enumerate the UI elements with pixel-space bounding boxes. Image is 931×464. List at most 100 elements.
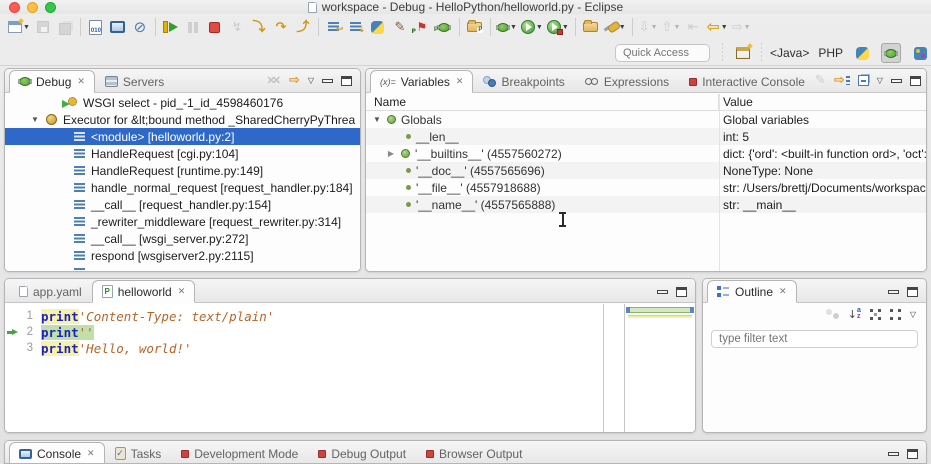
- minimize-view-button[interactable]: [657, 290, 668, 294]
- current-line-marker[interactable]: [628, 307, 692, 313]
- close-icon[interactable]: ✕: [779, 286, 787, 297]
- tab-servers[interactable]: Servers: [95, 70, 174, 93]
- open-resource-button[interactable]: [580, 15, 602, 39]
- python-button[interactable]: [367, 15, 389, 39]
- hide-fields-button[interactable]: [826, 309, 839, 319]
- tab-console[interactable]: Console ✕: [9, 442, 105, 464]
- perspective-debug-button[interactable]: [881, 43, 901, 63]
- overview-ruler[interactable]: [624, 304, 695, 432]
- back-button[interactable]: ⇦▼: [704, 15, 729, 39]
- thread-row[interactable]: ▼ Executor for &lt;bound method _SharedC…: [5, 111, 360, 128]
- minimize-view-button[interactable]: [322, 79, 333, 83]
- tab-debug-output[interactable]: Debug Output: [308, 442, 416, 464]
- open-perspective-button[interactable]: [733, 43, 753, 63]
- maximize-view-button[interactable]: [910, 76, 921, 86]
- view-menu-button[interactable]: ▽: [877, 76, 883, 85]
- stack-frame-row[interactable]: HandleRequest [runtime.py:149]: [5, 162, 360, 179]
- stack-frame-row[interactable]: _rewriter_middleware [request_rewriter.p…: [5, 213, 360, 230]
- expander-closed-icon[interactable]: ▶: [386, 149, 396, 158]
- tab-helloworld[interactable]: P helloworld ✕: [92, 280, 196, 303]
- minimize-view-button[interactable]: [888, 452, 899, 456]
- show-logical-structure-button[interactable]: ⇨: [834, 74, 850, 87]
- collapse-all-button[interactable]: [858, 75, 869, 86]
- resume-button[interactable]: [160, 15, 182, 39]
- drop-to-frame-button[interactable]: ↩: [323, 15, 345, 39]
- set-next-statement-button[interactable]: ⚑P: [411, 15, 433, 39]
- show-type-names-button[interactable]: ✎: [815, 74, 826, 87]
- run-button[interactable]: ▼: [519, 15, 545, 39]
- stack-frame-row[interactable]: respond [wsgiserver2.py:2115]: [5, 247, 360, 264]
- coverage-button[interactable]: ▼: [545, 15, 571, 39]
- perspective-python-button[interactable]: [852, 43, 872, 63]
- maximize-view-button[interactable]: [341, 76, 352, 86]
- minimize-view-button[interactable]: [891, 79, 902, 83]
- step-over-button[interactable]: ↷: [270, 15, 292, 39]
- save-button[interactable]: [32, 15, 54, 39]
- pep8-button[interactable]: ✎: [389, 15, 411, 39]
- close-window-button[interactable]: [9, 2, 20, 13]
- maximize-view-button[interactable]: [907, 449, 918, 459]
- open-console-button[interactable]: [107, 15, 129, 39]
- view-menu-button[interactable]: ▽: [308, 76, 314, 85]
- tab-interactive-console[interactable]: Interactive Console: [679, 70, 815, 93]
- variable-row[interactable]: ▼ Globals Global variables: [366, 111, 926, 128]
- next-annotation-button[interactable]: ⇩▼: [637, 15, 660, 39]
- collapse-all-button[interactable]: [870, 309, 881, 320]
- close-icon[interactable]: ✕: [178, 286, 186, 297]
- save-all-button[interactable]: [54, 15, 76, 39]
- thread-row[interactable]: WSGI select - pid_-1_id_4598460176: [5, 94, 360, 111]
- tab-variables[interactable]: (x)= Variables ✕: [370, 70, 473, 93]
- maximize-view-button[interactable]: [907, 287, 918, 297]
- debug-python-button[interactable]: P: [433, 15, 455, 39]
- quick-access-input[interactable]: [615, 44, 710, 62]
- last-edit-location-button[interactable]: ⇤: [682, 15, 704, 39]
- close-icon[interactable]: ✕: [456, 76, 464, 87]
- stack-frame-row-selected[interactable]: <module> [helloworld.py:2]: [5, 128, 360, 145]
- variable-row[interactable]: '__name__' (4557565888) str: __main__: [366, 196, 926, 213]
- perspective-pydev-button[interactable]: [910, 43, 930, 63]
- expand-all-button[interactable]: [890, 309, 901, 320]
- tab-app-yaml[interactable]: app.yaml: [9, 280, 92, 303]
- tab-tasks[interactable]: ✓ Tasks: [105, 442, 172, 464]
- maximize-view-button[interactable]: [676, 287, 687, 297]
- minimize-window-button[interactable]: [27, 2, 38, 13]
- zoom-window-button[interactable]: [45, 2, 56, 13]
- debug-button[interactable]: ▼: [495, 15, 519, 39]
- close-icon[interactable]: ✕: [77, 76, 85, 87]
- variable-row[interactable]: '__file__' (4557918688) str: /Users/bret…: [366, 179, 926, 196]
- suspend-button[interactable]: [182, 15, 204, 39]
- stack-frame-row[interactable]: __call__ [wsgi_server.py:272]: [5, 230, 360, 247]
- stack-frame-row[interactable]: __call__ [request_handler.py:154]: [5, 196, 360, 213]
- column-header-name[interactable]: Name: [366, 94, 719, 110]
- column-header-value[interactable]: Value: [719, 94, 753, 110]
- forward-button[interactable]: ⇨▼: [730, 15, 753, 39]
- stack-frame-row-partial[interactable]: [5, 264, 360, 271]
- outline-filter-input[interactable]: [711, 330, 918, 348]
- terminate-button[interactable]: [204, 15, 226, 39]
- code-line-1[interactable]: 1 print 'Content-Type: text/plain': [5, 308, 695, 324]
- variable-row[interactable]: '__doc__' (4557565696) NoneType: None: [366, 162, 926, 179]
- step-into-button[interactable]: ⤵: [248, 15, 270, 39]
- code-editor[interactable]: 1 print 'Content-Type: text/plain' 2 pri…: [5, 304, 695, 432]
- close-icon[interactable]: ✕: [87, 448, 95, 459]
- show-selected-arrow-button[interactable]: ⇨: [289, 74, 300, 87]
- previous-annotation-button[interactable]: ⇧▼: [660, 15, 683, 39]
- stack-frame-row[interactable]: HandleRequest [cgi.py:104]: [5, 145, 360, 162]
- tab-debug[interactable]: Debug ✕: [9, 70, 95, 93]
- occurrence-marker[interactable]: [628, 315, 692, 318]
- tab-expressions[interactable]: Expressions: [575, 70, 679, 93]
- step-return-button[interactable]: ⤴: [292, 15, 314, 39]
- sort-alphabetically-button[interactable]: ↓ az: [848, 308, 861, 320]
- remove-all-terminated-button[interactable]: ✕✕: [267, 74, 281, 87]
- variable-row[interactable]: ▶ '__builtins__' (4557560272) dict: {'or…: [366, 145, 926, 162]
- tab-browser-output[interactable]: Browser Output: [416, 442, 532, 464]
- perspective-php[interactable]: PHP: [818, 46, 843, 60]
- search-button[interactable]: ▼: [602, 15, 628, 39]
- code-line-2-current[interactable]: 2 print '': [5, 324, 695, 340]
- perspective-java[interactable]: <Java>: [770, 46, 809, 60]
- variable-row[interactable]: __len__ int: 5: [366, 128, 926, 145]
- pydev-package-explorer-button[interactable]: P: [464, 15, 486, 39]
- skip-all-breakpoints-button[interactable]: ⊘: [129, 15, 151, 39]
- minimize-view-button[interactable]: [888, 290, 899, 294]
- code-line-3[interactable]: 3 print 'Hello, world!': [5, 340, 695, 356]
